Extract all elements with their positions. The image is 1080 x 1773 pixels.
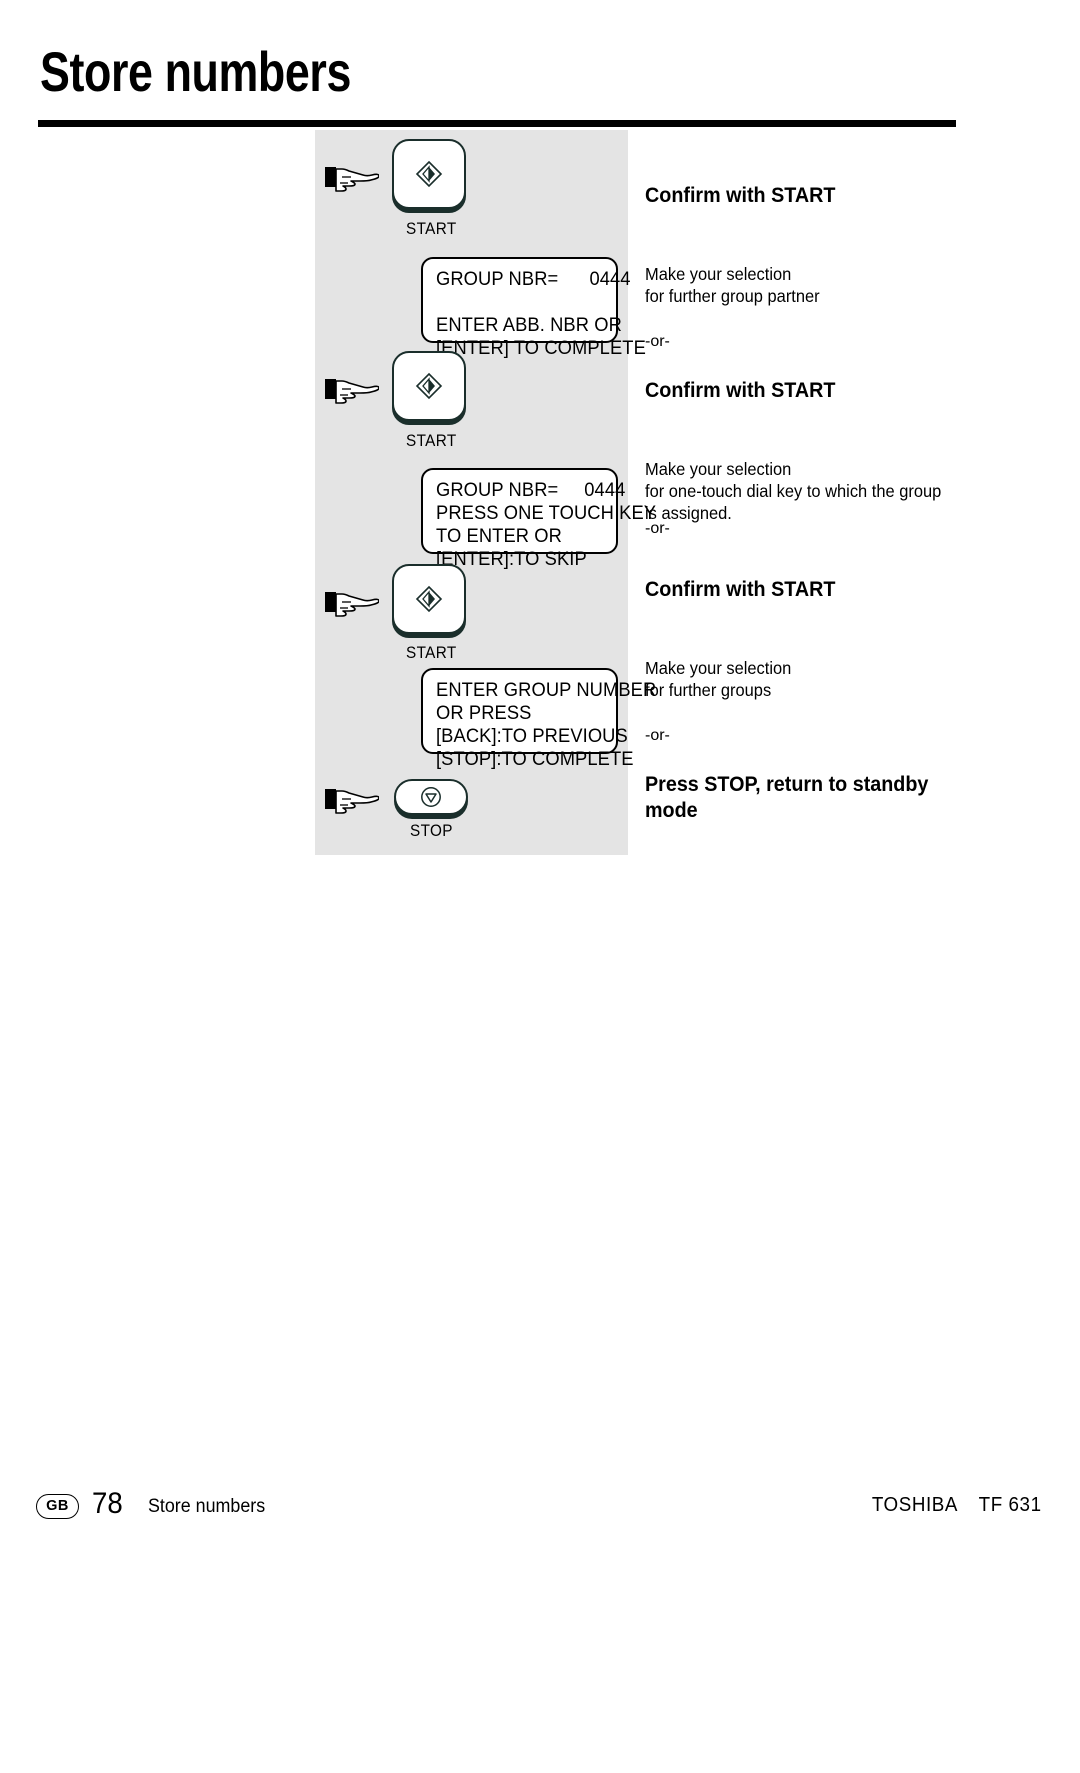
header-divider xyxy=(38,120,956,127)
note-confirm-start-3: Confirm with START xyxy=(645,578,836,601)
lcd-display-1-line-1: GROUP NBR= 0444 xyxy=(436,268,631,290)
start-diamond-icon xyxy=(415,372,443,400)
pointing-hand-icon xyxy=(325,158,379,196)
note-selection-3: Make your selection for further groups xyxy=(645,658,792,700)
note-confirm-start-1: Confirm with START xyxy=(645,184,836,207)
note-selection-1: Make your selection for further group pa… xyxy=(645,264,820,306)
lcd-display-1-line-3: ENTER ABB. NBR OR xyxy=(436,314,622,336)
start-key-2[interactable] xyxy=(392,351,466,421)
footer-model: TF 631 xyxy=(979,1494,1042,1516)
lcd-display-3-line-4: [STOP]:TO COMPLETE xyxy=(436,748,634,770)
start-diamond-icon xyxy=(415,585,443,613)
footer-page-number: 78 xyxy=(92,1487,123,1520)
lcd-display-2-line-1: GROUP NBR= 0444 xyxy=(436,479,626,501)
lcd-display-3-line-1: ENTER GROUP NUMBER xyxy=(436,679,657,701)
lcd-display-2-line-4: [ENTER]:TO SKIP xyxy=(436,548,587,570)
start-key-3-label: START xyxy=(406,643,457,662)
note-or-3: -or- xyxy=(645,727,670,744)
note-or-1: -or- xyxy=(645,333,670,350)
stop-key[interactable] xyxy=(394,779,468,815)
lcd-display-3-line-3: [BACK]:TO PREVIOUS xyxy=(436,725,628,747)
footer-brand: TOSHIBA TF 631 xyxy=(872,1494,1042,1517)
footer-language-badge: GB xyxy=(36,1494,79,1519)
lcd-display-3-line-2: OR PRESS xyxy=(436,702,532,724)
footer-section-title: Store numbers xyxy=(148,1496,266,1517)
page-title: Store numbers xyxy=(40,40,351,103)
note-confirm-start-2: Confirm with START xyxy=(645,379,836,402)
stop-triangle-icon xyxy=(420,786,442,808)
start-diamond-icon xyxy=(415,160,443,188)
note-press-stop: Press STOP, return to standby mode xyxy=(645,773,929,822)
lcd-display-3: ENTER GROUP NUMBER OR PRESS [BACK]:TO PR… xyxy=(421,668,657,770)
pointing-hand-icon xyxy=(325,370,379,408)
lcd-display-2: GROUP NBR= 0444 PRESS ONE TOUCH KEY TO E… xyxy=(421,468,657,570)
pointing-hand-icon xyxy=(325,583,379,621)
start-key-3[interactable] xyxy=(392,564,466,634)
lcd-display-1: GROUP NBR= 0444 ENTER ABB. NBR OR [ENTER… xyxy=(421,257,646,359)
pointing-hand-icon xyxy=(325,780,379,818)
start-key-2-label: START xyxy=(406,431,457,450)
lcd-display-2-line-3: TO ENTER OR xyxy=(436,525,562,547)
lcd-display-2-line-2: PRESS ONE TOUCH KEY xyxy=(436,502,657,524)
footer-brand-name: TOSHIBA xyxy=(872,1494,959,1516)
lcd-display-1-line-2 xyxy=(436,291,605,314)
note-selection-2: Make your selection for one-touch dial k… xyxy=(645,459,942,523)
start-key-1-label: START xyxy=(406,219,457,238)
start-key-1[interactable] xyxy=(392,139,466,209)
stop-key-label: STOP xyxy=(410,821,453,840)
note-or-2: -or- xyxy=(645,520,670,537)
